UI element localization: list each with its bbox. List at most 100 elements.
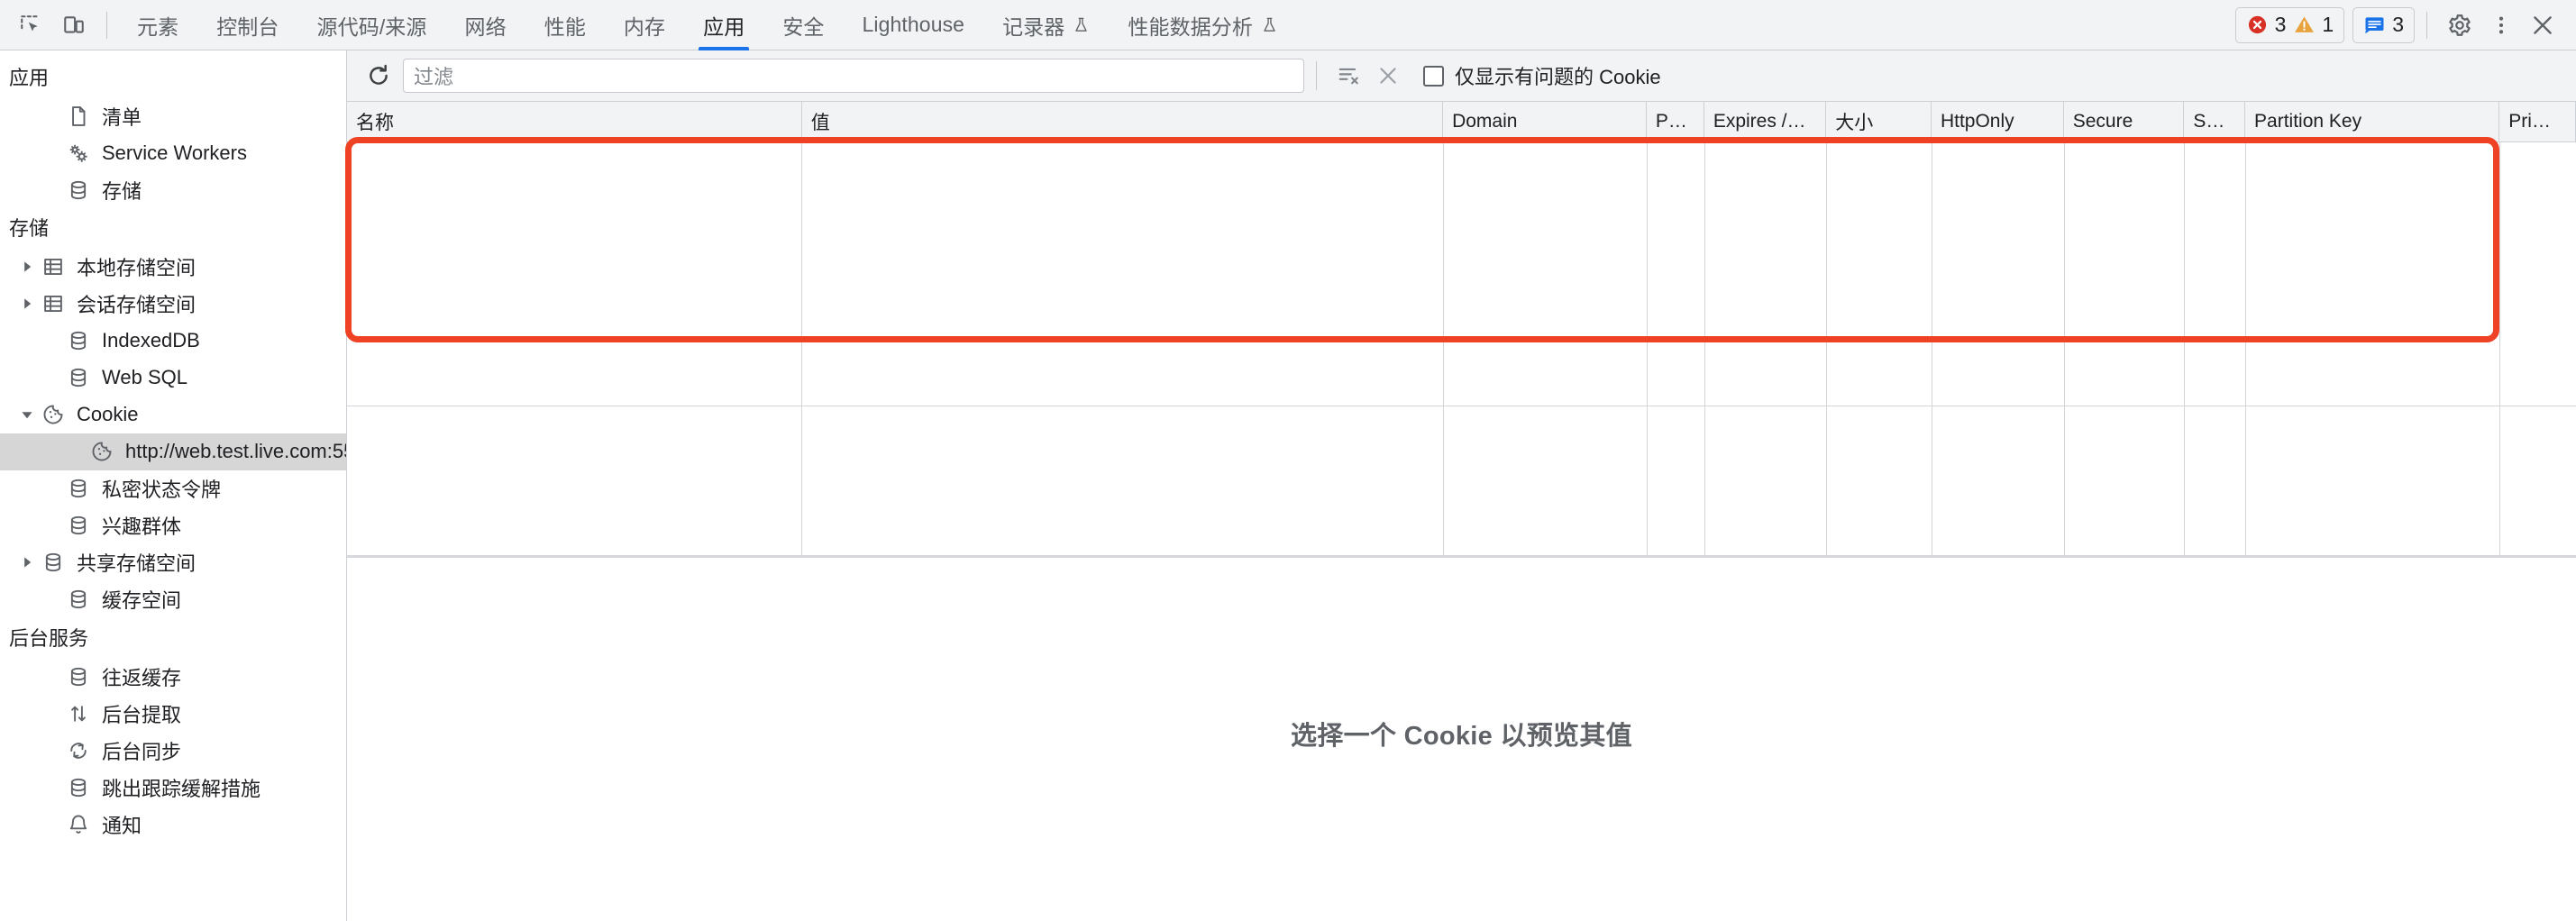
column-header-Secure[interactable]: Secure bbox=[2063, 102, 2185, 142]
tab-安全[interactable]: 安全 bbox=[763, 0, 843, 50]
tab-控制台[interactable]: 控制台 bbox=[197, 0, 297, 50]
column-divider[interactable] bbox=[1442, 141, 1444, 555]
cookies-table-head: 名称 值 Domain P… Expires /… 大小 HttpOnly Secure S… P… bbox=[347, 102, 2576, 142]
cookies-table-body[interactable] bbox=[347, 141, 2576, 555]
tab-源代码/来源[interactable]: 源代码/来源 bbox=[298, 0, 446, 50]
column-header-值[interactable]: 值 bbox=[801, 102, 1444, 142]
inspect-element-icon[interactable] bbox=[9, 5, 52, 45]
tab-label: 元素 bbox=[137, 14, 179, 39]
tab-Lighthouse[interactable]: Lighthouse bbox=[844, 0, 984, 50]
bell-icon bbox=[63, 813, 94, 836]
sidebar-item-后台同步[interactable]: 后台同步 bbox=[0, 732, 346, 769]
column-divider[interactable] bbox=[2063, 141, 2065, 555]
message-counter[interactable]: 3 bbox=[2352, 6, 2415, 43]
sidebar-item-IndexedDB[interactable]: IndexedDB bbox=[0, 323, 346, 360]
message-count: 3 bbox=[2392, 13, 2404, 36]
column-divider[interactable] bbox=[2245, 141, 2246, 555]
sidebar-item-Web SQL[interactable]: Web SQL bbox=[0, 360, 346, 397]
tab-性能数据分析[interactable]: 性能数据分析 bbox=[1109, 0, 1297, 50]
column-header-Domain[interactable]: Domain bbox=[1442, 102, 1647, 142]
warning-counter[interactable]: 1 bbox=[2293, 14, 2334, 36]
issue-counters[interactable]: 3 1 bbox=[2234, 6, 2345, 43]
sidebar-item-私密状态令牌[interactable]: 私密状态令牌 bbox=[0, 470, 346, 507]
error-counter[interactable]: 3 bbox=[2246, 14, 2286, 36]
checkbox-box[interactable] bbox=[1423, 65, 1444, 87]
column-divider[interactable] bbox=[801, 141, 803, 555]
toolbar-right-divider bbox=[2426, 11, 2427, 39]
tab-label: 应用 bbox=[703, 14, 745, 39]
cookie-preview-empty-message: 选择一个 Cookie 以预览其值 bbox=[1291, 722, 1632, 751]
sidebar-item-label: 共享存储空间 bbox=[77, 552, 196, 576]
clear-all-icon[interactable] bbox=[1368, 57, 1408, 95]
sidebar-item-共享存储空间[interactable]: 共享存储空间 bbox=[0, 544, 346, 581]
column-divider[interactable] bbox=[2184, 141, 2186, 555]
sidebar-item-label: Service Workers bbox=[102, 141, 247, 164]
column-header-Expires /…[interactable]: Expires /… bbox=[1704, 102, 1827, 142]
column-divider[interactable] bbox=[2499, 141, 2501, 555]
column-header-label: 值 bbox=[810, 112, 830, 133]
sidebar-item-存储[interactable]: 存储 bbox=[0, 171, 346, 208]
column-divider[interactable] bbox=[1646, 141, 1648, 555]
chevron-right-icon[interactable] bbox=[16, 556, 38, 569]
column-header-P…[interactable]: P… bbox=[1646, 102, 1704, 142]
sidebar-item-清单[interactable]: 清单 bbox=[0, 97, 346, 134]
sidebar-item-本地存储空间[interactable]: 本地存储空间 bbox=[0, 249, 346, 286]
device-toolbar-icon[interactable] bbox=[52, 5, 96, 45]
sidebar-item-Cookie[interactable]: Cookie bbox=[0, 397, 346, 433]
vertical-dots-icon[interactable] bbox=[2480, 5, 2522, 45]
column-header-Pri…[interactable]: Pri… bbox=[2498, 102, 2576, 142]
cookies-filter-toolbar: 过滤 仅显示有问题的 Cookie bbox=[347, 50, 2576, 102]
sidebar-item-label: 本地存储空间 bbox=[77, 257, 196, 280]
database-icon bbox=[63, 329, 94, 352]
message-counter-item[interactable]: 3 bbox=[2363, 14, 2404, 36]
sidebar-section-title: 应用 bbox=[9, 67, 50, 89]
sidebar-item-会话存储空间[interactable]: 会话存储空间 bbox=[0, 286, 346, 323]
tab-记录器[interactable]: 记录器 bbox=[983, 0, 1109, 50]
clear-filtered-icon[interactable] bbox=[1329, 57, 1368, 95]
sidebar-item-http://web.test.live.com:55[interactable]: http://web.test.live.com:55 bbox=[0, 433, 346, 470]
sidebar-item-往返缓存[interactable]: 往返缓存 bbox=[0, 658, 346, 695]
sidebar-item-label: IndexedDB bbox=[102, 329, 200, 352]
column-divider[interactable] bbox=[1826, 141, 1828, 555]
tab-label: 记录器 bbox=[1002, 14, 1065, 39]
only-problem-cookies-checkbox[interactable]: 仅显示有问题的 Cookie bbox=[1423, 61, 1661, 90]
cookie-preview-pane: 选择一个 Cookie 以预览其值 bbox=[347, 558, 2576, 921]
column-header-label: Expires /… bbox=[1713, 110, 1806, 132]
tab-应用[interactable]: 应用 bbox=[684, 0, 763, 50]
tab-label: 性能数据分析 bbox=[1128, 14, 1253, 39]
close-icon[interactable] bbox=[2522, 5, 2563, 45]
tab-label: 网络 bbox=[464, 14, 507, 39]
database-icon bbox=[63, 665, 94, 688]
sidebar-item-label: 存储 bbox=[102, 179, 142, 203]
column-header-HttpOnly[interactable]: HttpOnly bbox=[1931, 102, 2064, 142]
sync-icon bbox=[63, 739, 94, 762]
column-header-label: S… bbox=[2193, 110, 2225, 132]
sidebar-item-兴趣群体[interactable]: 兴趣群体 bbox=[0, 507, 346, 544]
sidebar-item-通知[interactable]: 通知 bbox=[0, 806, 346, 843]
column-header-S…[interactable]: S… bbox=[2183, 102, 2246, 142]
sidebar-item-Service Workers[interactable]: Service Workers bbox=[0, 134, 346, 171]
column-header-label: Pri… bbox=[2508, 110, 2551, 132]
column-header-label: 大小 bbox=[1835, 112, 1874, 133]
cookies-header-row: 名称 值 Domain P… Expires /… 大小 HttpOnly Secure S… P… bbox=[347, 102, 2576, 142]
filter-input[interactable]: 过滤 bbox=[403, 59, 1304, 93]
chevron-right-icon[interactable] bbox=[16, 260, 38, 273]
application-sidebar[interactable]: 应用 清单 Service Workers 存储 存储 本地存储空间 会话存储空间 Index… bbox=[0, 50, 347, 921]
cookies-grid[interactable]: 名称 值 Domain P… Expires /… 大小 HttpOnly Secure S… P… bbox=[347, 102, 2576, 558]
sidebar-item-label: 通知 bbox=[102, 814, 142, 837]
column-header-Partition Key[interactable]: Partition Key bbox=[2244, 102, 2500, 142]
tab-元素[interactable]: 元素 bbox=[118, 0, 197, 50]
tab-内存[interactable]: 内存 bbox=[605, 0, 684, 50]
column-header-名称[interactable]: 名称 bbox=[347, 102, 802, 142]
sidebar-item-缓存空间[interactable]: 缓存空间 bbox=[0, 581, 346, 618]
column-divider[interactable] bbox=[1704, 141, 1705, 555]
column-header-大小[interactable]: 大小 bbox=[1825, 102, 1932, 142]
refresh-icon[interactable] bbox=[360, 57, 397, 95]
sidebar-item-跳出跟踪缓解措施[interactable]: 跳出跟踪缓解措施 bbox=[0, 769, 346, 806]
chevron-right-icon[interactable] bbox=[16, 297, 38, 310]
tab-性能[interactable]: 性能 bbox=[525, 0, 605, 50]
chevron-down-icon[interactable] bbox=[16, 408, 38, 421]
tab-网络[interactable]: 网络 bbox=[446, 0, 525, 50]
sidebar-item-后台提取[interactable]: 后台提取 bbox=[0, 695, 346, 732]
gear-icon[interactable] bbox=[2439, 5, 2480, 45]
